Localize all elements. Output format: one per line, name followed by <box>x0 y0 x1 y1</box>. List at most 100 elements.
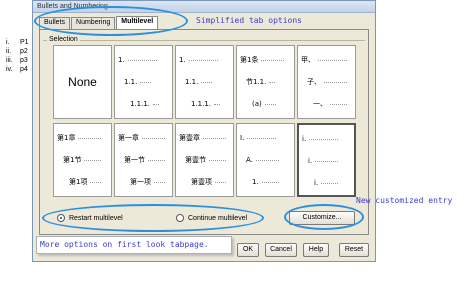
preset-level-label: 第1节 <box>63 156 82 164</box>
preset-level-line: i. <box>308 157 339 166</box>
preset-level-label: 子、 <box>307 78 321 86</box>
preset-level-label: i. <box>308 157 313 165</box>
tabs-highlight-oval <box>34 6 188 36</box>
preset-level-label: I. <box>240 134 245 142</box>
preset-level-label: 第一章 <box>118 134 139 142</box>
preset-level-label: 1. <box>179 56 186 64</box>
preset-cell[interactable]: 第一章第一节第一项 <box>114 123 173 197</box>
help-button[interactable]: Help <box>303 243 329 257</box>
preset-level-line: i. <box>302 135 339 144</box>
preset-level-line: 子、 <box>307 78 347 87</box>
preset-level-line: (a) <box>252 100 276 109</box>
cancel-button[interactable]: Cancel <box>265 243 297 257</box>
preset-level-line: i. <box>314 179 339 188</box>
preset-level-line: 甲、 <box>301 56 347 65</box>
preset-placeholder-line <box>203 138 226 139</box>
preset-level-label: 第1条 <box>240 56 259 64</box>
preset-cell[interactable]: 第1章第1节第1项 <box>53 123 112 197</box>
preset-cell[interactable]: i. i. i. <box>297 123 356 197</box>
list-item: i. P1 <box>6 39 29 46</box>
preset-placeholder-line <box>142 138 165 139</box>
preset-placeholder-line <box>84 160 102 161</box>
preset-placeholder-line <box>309 139 339 140</box>
preset-level-label: 1.1.1. <box>191 100 212 108</box>
preset-level-label: 节1.1. <box>246 78 267 86</box>
list-item: ii. p2 <box>6 48 28 55</box>
preset-placeholder-line <box>148 160 165 161</box>
preset-level-line: 第壹项 <box>191 178 226 187</box>
preset-placeholder-line <box>78 138 102 139</box>
preset-none-label: None <box>68 75 97 89</box>
preset-cell[interactable]: 1. 1.1. 1.1.1. <box>175 45 234 119</box>
preset-placeholder-line <box>127 60 157 61</box>
preset-level-label: 第壹节 <box>185 156 206 164</box>
preset-level-label: 第一项 <box>130 178 151 186</box>
preset-level-label: 第一节 <box>124 156 145 164</box>
customize-annotation: New customized entry <box>356 196 453 205</box>
preset-level-label: i. <box>302 135 307 143</box>
preset-placeholder-line <box>255 160 279 161</box>
preset-level-label: 第1项 <box>69 178 88 186</box>
preset-level-label: 甲、 <box>301 56 315 64</box>
preset-level-line: I. <box>240 134 277 143</box>
preset-level-line: 第1节 <box>63 156 102 165</box>
document-numbered-list: i. P1 ii. p2 iii. p3 iv. p4 <box>6 38 29 74</box>
preset-level-line: 第壹章 <box>179 134 226 143</box>
preset-placeholder-line <box>153 104 160 105</box>
preset-placeholder-line <box>264 104 276 105</box>
list-item: iv. p4 <box>6 66 28 73</box>
restart-options-highlight-oval <box>42 204 264 232</box>
preset-placeholder-line <box>321 183 339 184</box>
preset-placeholder-line <box>90 182 102 183</box>
preset-level-line: 1.1.1. <box>130 100 160 109</box>
preset-level-line: 1. <box>179 56 218 65</box>
preset-cell[interactable]: 甲、子、一、 <box>297 45 356 119</box>
preset-placeholder-line <box>315 161 339 162</box>
preset-placeholder-line <box>318 60 347 61</box>
preset-level-line: 1.1. <box>185 78 213 87</box>
reset-button[interactable]: Reset <box>339 243 369 257</box>
preset-placeholder-line <box>209 160 226 161</box>
preset-level-label: 1.1. <box>124 78 138 86</box>
customize-highlight-oval <box>284 204 364 230</box>
preset-placeholder-line <box>261 60 285 61</box>
preset-placeholder-line <box>261 182 279 183</box>
preset-level-line: 第一项 <box>130 178 165 187</box>
preset-level-line: 第1项 <box>69 178 102 187</box>
preset-level-label: 1.1. <box>185 78 199 86</box>
preset-cell[interactable]: 第1条节1.1. (a) <box>236 45 295 119</box>
selection-group-label: Selection <box>47 36 80 43</box>
preset-level-line: 第1章 <box>57 134 102 143</box>
preset-placeholder-line <box>247 138 277 139</box>
preset-level-line: 节1.1. <box>246 78 276 87</box>
preset-cell[interactable]: I. A. 1. <box>236 123 295 197</box>
list-item: iii. p3 <box>6 57 28 64</box>
group-divider <box>43 40 365 41</box>
more-options-annotation: More options on first look tabpage. <box>40 240 209 249</box>
preset-level-label: i. <box>314 179 319 187</box>
preset-cell[interactable]: 第壹章第壹节第壹项 <box>175 123 234 197</box>
preset-placeholder-line <box>154 182 165 183</box>
preset-level-line: 第1条 <box>240 56 285 65</box>
preset-placeholder-line <box>188 60 218 61</box>
preset-placeholder-line <box>201 82 213 83</box>
preset-level-line: 一、 <box>313 100 347 109</box>
ok-button[interactable]: OK <box>237 243 259 257</box>
preset-level-label: A. <box>246 156 253 164</box>
preset-level-label: 第1章 <box>57 134 76 142</box>
preset-none[interactable]: None <box>53 45 112 119</box>
preset-level-line: 1. <box>252 178 279 187</box>
preset-cell[interactable]: 1. 1.1. 1.1.1. <box>114 45 173 119</box>
preset-level-line: A. <box>246 156 279 165</box>
preset-level-label: 1. <box>252 178 259 186</box>
preset-level-line: 第壹节 <box>185 156 226 165</box>
preset-level-label: (a) <box>252 100 262 108</box>
preset-level-label: 1.1.1. <box>130 100 151 108</box>
preset-level-line: 1.1.1. <box>191 100 221 109</box>
preset-placeholder-line <box>269 82 276 83</box>
preset-level-label: 一、 <box>313 100 327 108</box>
preset-placeholder-line <box>140 82 152 83</box>
preset-placeholder-line <box>215 182 226 183</box>
tabs-annotation: Simplified tab options <box>196 16 302 25</box>
preset-level-line: 第一节 <box>124 156 165 165</box>
